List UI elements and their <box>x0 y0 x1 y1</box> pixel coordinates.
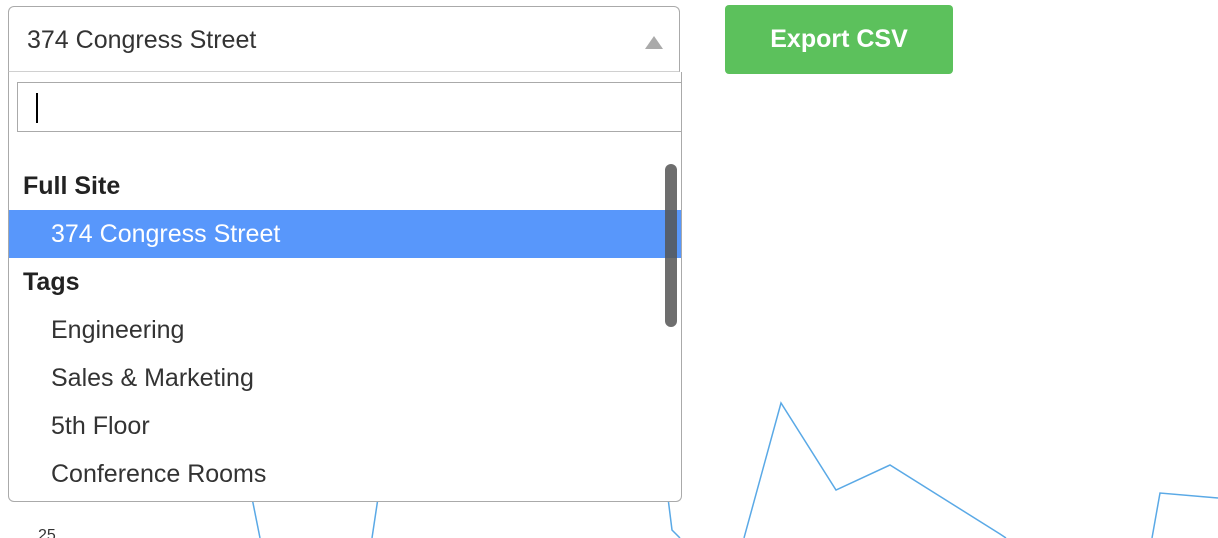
text-caret <box>36 93 38 123</box>
option-5th-floor[interactable]: 5th Floor <box>9 402 681 450</box>
chart-series-line <box>371 497 379 538</box>
chart-series-line <box>251 497 261 538</box>
option-list: Full Site 374 Congress Street Tags Engin… <box>9 162 681 498</box>
export-csv-button[interactable]: Export CSV <box>725 5 953 74</box>
dropdown-search-input[interactable] <box>17 82 681 132</box>
y-axis-tick-label: 25 <box>38 527 56 538</box>
select-current-value: 374 Congress Street <box>27 26 257 54</box>
chart-series-line <box>1151 492 1218 538</box>
dropdown-search[interactable] <box>17 82 681 132</box>
option-374-congress-street[interactable]: 374 Congress Street <box>9 210 681 258</box>
dropdown-scrollbar[interactable] <box>665 164 677 327</box>
location-select[interactable]: 374 Congress Street <box>8 6 680 72</box>
option-engineering[interactable]: Engineering <box>9 306 681 354</box>
select-dropdown: Full Site 374 Congress Street Tags Engin… <box>8 72 682 502</box>
triangle-up-icon[interactable] <box>645 36 663 49</box>
option-group-full-site: Full Site <box>23 172 121 200</box>
option-group-tags: Tags <box>23 268 80 296</box>
option-sales-marketing[interactable]: Sales & Marketing <box>9 354 681 402</box>
chart-series-line <box>667 497 681 538</box>
option-conference-rooms[interactable]: Conference Rooms <box>9 450 681 498</box>
page: 25 374 Congress Street Full Site 374 Con… <box>0 0 1218 538</box>
chart-series-line <box>743 401 1007 538</box>
